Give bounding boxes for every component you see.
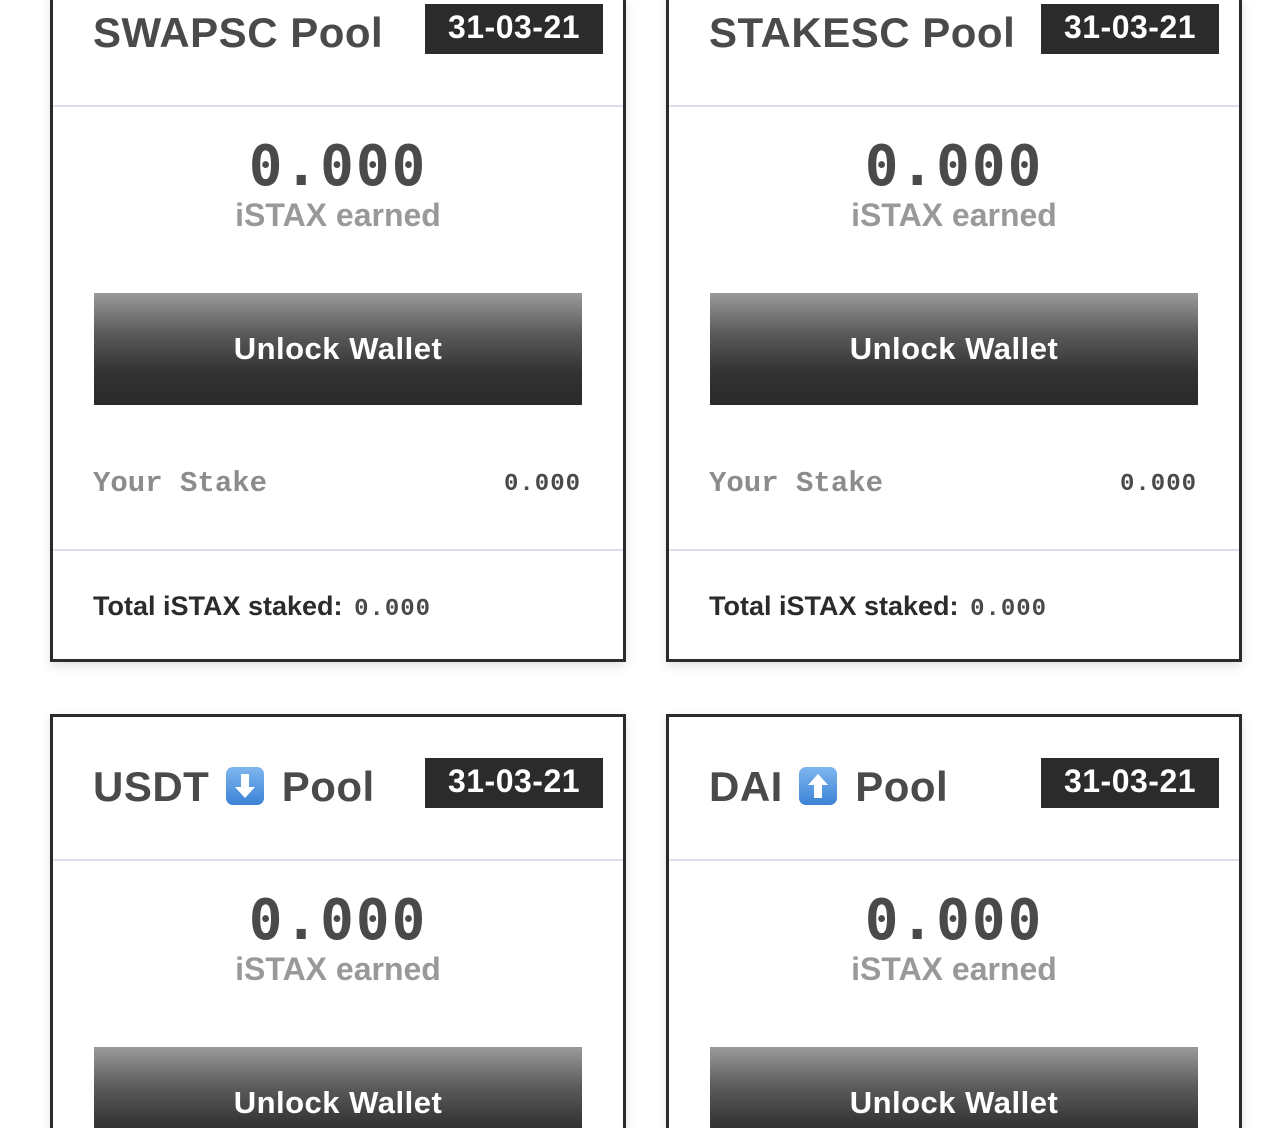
earned-section: 0.000 iSTAX earned <box>53 861 623 988</box>
unlock-wallet-button[interactable]: Unlock Wallet <box>710 1047 1198 1128</box>
total-staked-value: 0.000 <box>354 596 432 623</box>
up-arrow-icon <box>799 767 838 805</box>
earned-section: 0.000 iSTAX earned <box>53 107 623 234</box>
earned-value: 0.000 <box>248 134 428 199</box>
pool-card-header: DAI Pool 31-03-21 <box>669 717 1239 861</box>
earned-section: 0.000 iSTAX earned <box>669 107 1239 234</box>
pools-page: SWAPSC Pool 31-03-21 0.000 iSTAX earned … <box>0 0 1282 1128</box>
pool-title-name: STAKESC <box>709 9 911 56</box>
pool-card-header: SWAPSC Pool 31-03-21 <box>53 0 623 107</box>
earned-value: 0.000 <box>864 134 1044 199</box>
pool-title-name: USDT <box>93 763 210 810</box>
earned-section: 0.000 iSTAX earned <box>669 861 1239 988</box>
your-stake-row: Your Stake 0.000 <box>669 405 1239 551</box>
pool-card-header: USDT Pool 31-03-21 <box>53 717 623 861</box>
pool-title: STAKESC Pool <box>709 9 1015 57</box>
pool-title-suffix: Pool <box>855 763 949 810</box>
your-stake-value: 0.000 <box>1119 471 1197 498</box>
pool-card-swapsc: SWAPSC Pool 31-03-21 0.000 iSTAX earned … <box>50 0 626 662</box>
pool-title-name: SWAPSC <box>93 9 279 56</box>
total-staked-label: Total iSTAX staked: <box>709 591 959 621</box>
pool-title-name: DAI <box>709 763 783 810</box>
date-badge: 31-03-21 <box>425 758 603 808</box>
total-staked: Total iSTAX staked: 0.000 <box>93 591 431 623</box>
pool-title: SWAPSC Pool <box>93 9 383 57</box>
your-stake-row: Your Stake 0.000 <box>53 405 623 551</box>
pool-card-stakesc: STAKESC Pool 31-03-21 0.000 iSTAX earned… <box>666 0 1242 662</box>
your-stake-value: 0.000 <box>503 471 581 498</box>
total-staked-row: Total iSTAX staked: 0.000 <box>669 551 1239 659</box>
your-stake-label: Your Stake <box>93 467 268 500</box>
pool-title: DAI Pool <box>709 763 948 811</box>
earned-label: iSTAX earned <box>235 951 441 987</box>
date-badge: 31-03-21 <box>425 4 603 54</box>
pool-card-usdt: USDT Pool 31-03-21 0.000 iSTAX earned Un… <box>50 714 626 1128</box>
earned-label: iSTAX earned <box>851 197 1057 233</box>
unlock-wallet-button[interactable]: Unlock Wallet <box>94 293 582 405</box>
pool-title-suffix: Pool <box>281 763 375 810</box>
earned-value: 0.000 <box>864 888 1044 953</box>
pool-card-header: STAKESC Pool 31-03-21 <box>669 0 1239 107</box>
date-badge: 31-03-21 <box>1041 758 1219 808</box>
earned-label: iSTAX earned <box>851 951 1057 987</box>
pool-title-suffix: Pool <box>290 9 384 56</box>
pool-title-suffix: Pool <box>922 9 1016 56</box>
total-staked-value: 0.000 <box>970 596 1048 623</box>
date-badge: 31-03-21 <box>1041 4 1219 54</box>
total-staked: Total iSTAX staked: 0.000 <box>709 591 1047 623</box>
unlock-wallet-button[interactable]: Unlock Wallet <box>710 293 1198 405</box>
earned-value: 0.000 <box>248 888 428 953</box>
total-staked-label: Total iSTAX staked: <box>93 591 343 621</box>
your-stake-label: Your Stake <box>709 467 884 500</box>
pool-card-dai: DAI Pool 31-03-21 0.000 iSTAX earned Unl… <box>666 714 1242 1128</box>
down-arrow-icon <box>225 767 264 805</box>
unlock-wallet-button[interactable]: Unlock Wallet <box>94 1047 582 1128</box>
earned-label: iSTAX earned <box>235 197 441 233</box>
total-staked-row: Total iSTAX staked: 0.000 <box>53 551 623 659</box>
pool-title: USDT Pool <box>93 763 375 811</box>
